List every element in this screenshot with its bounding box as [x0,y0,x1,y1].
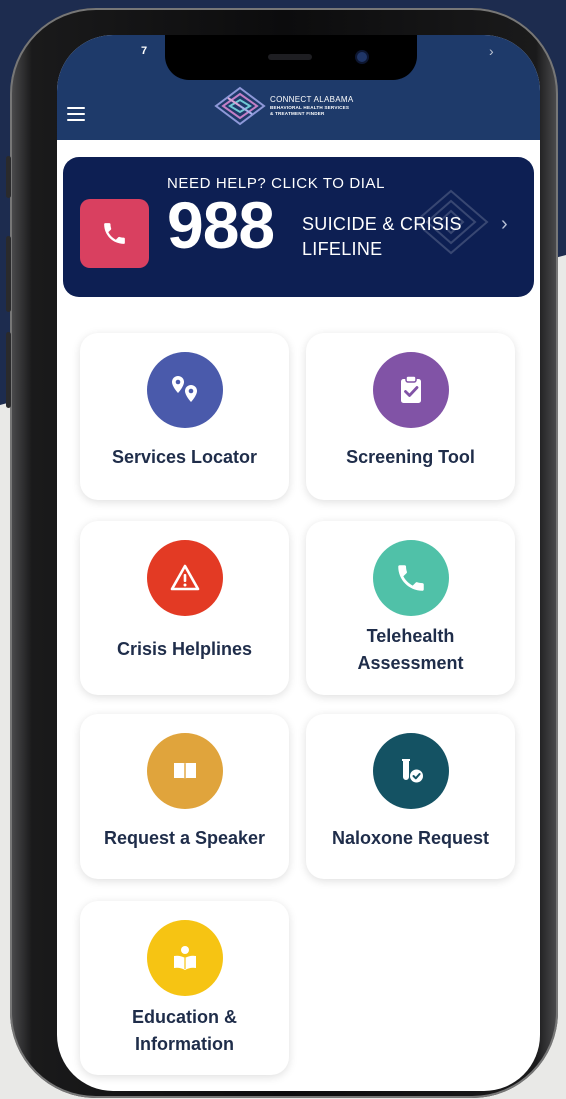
tile-services-locator[interactable]: Services Locator [80,333,289,500]
tile-label-line-1: Education & [131,1007,237,1027]
tile-label-line-2: Information [135,1034,234,1054]
status-time: 7 [141,45,148,57]
phone-icon [373,540,449,616]
tile-telehealth-assessment[interactable]: Telehealth Assessment [306,521,515,695]
tile-label-line-2: Assessment [357,653,464,673]
app-header: 7 › CONNECT ALABAMA BEHAVIORAL HEALTH SE… [57,35,540,140]
logo-subtitle-1: BEHAVIORAL HEALTH SERVICES [270,104,350,110]
volume-down-button [6,332,11,408]
book-icon [147,733,223,809]
crisis-lifeline-banner[interactable]: NEED HELP? CLICK TO DIAL 988 SUICIDE & C… [63,157,534,297]
tile-education-information[interactable]: Education & Information [80,901,289,1075]
hamburger-menu-icon[interactable] [67,107,85,121]
logo-diamond-icon [214,86,266,126]
clipboard-check-icon [373,352,449,428]
test-tube-check-icon [373,733,449,809]
lifeline-label-line-1: SUICIDE & CRISIS [302,214,462,234]
front-camera [357,52,367,62]
lifeline-number: 988 [167,188,275,262]
status-indicator-icon: › [489,43,494,59]
tile-label: Naloxone Request [331,828,490,848]
chevron-right-icon: › [501,213,508,235]
tile-label-line-1: Telehealth [366,626,455,646]
warning-icon [147,540,223,616]
volume-up-button [6,236,11,312]
logo-subtitle-2: & TREATMENT FINDER [270,110,325,116]
tile-label: Services Locator [111,447,258,467]
reading-person-icon [147,920,223,996]
tile-screening-tool[interactable]: Screening Tool [306,333,515,500]
tile-label: Request a Speaker [103,828,266,848]
phone-screen: 7 › CONNECT ALABAMA BEHAVIORAL HEALTH SE… [57,35,540,1091]
tile-crisis-helplines[interactable]: Crisis Helplines [80,521,289,695]
dial-phone-icon[interactable] [80,199,149,268]
tile-request-a-speaker[interactable]: Request a Speaker [80,714,289,879]
phone-frame: 7 › CONNECT ALABAMA BEHAVIORAL HEALTH SE… [6,8,558,1098]
logo-title: CONNECT ALABAMA [270,94,354,104]
tile-naloxone-request[interactable]: Naloxone Request [306,714,515,879]
tile-label: Crisis Helplines [116,639,253,659]
lifeline-label-line-2: LIFELINE [302,239,383,259]
mute-switch [6,156,11,198]
earpiece-speaker [268,54,312,60]
tile-label: Screening Tool [346,447,475,467]
connect-alabama-logo: CONNECT ALABAMA BEHAVIORAL HEALTH SERVIC… [212,85,353,127]
camera-notch [165,35,417,80]
map-pins-icon [147,352,223,428]
